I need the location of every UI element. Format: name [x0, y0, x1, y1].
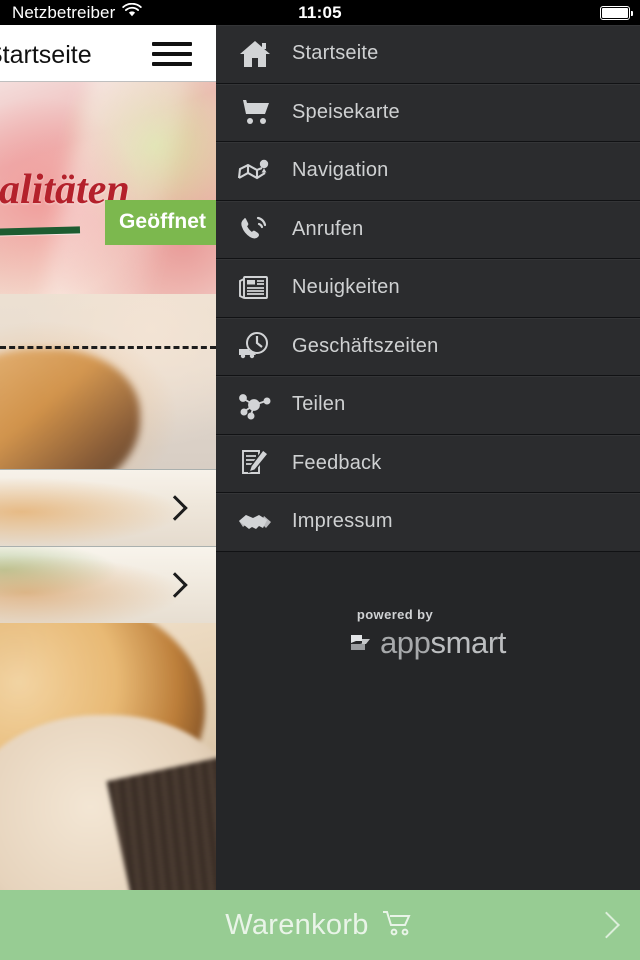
- chevron-right-icon: [593, 911, 620, 939]
- document-pencil-icon: [232, 448, 278, 478]
- menu-item-label: Speisekarte: [292, 100, 400, 123]
- menu-item-label: Navigation: [292, 159, 389, 182]
- shopping-cart-icon: [381, 908, 415, 943]
- app-navbar: Startseite: [0, 25, 216, 82]
- brand-word-smart: smart: [430, 625, 507, 660]
- brand-block: powered by appsmart: [216, 607, 640, 661]
- phone-screen: Netzbetreiber 11:05 Startseite: [0, 0, 640, 960]
- map-pin-icon: [232, 156, 278, 186]
- food-photo-decor: [0, 349, 140, 469]
- handshake-icon: [232, 507, 278, 537]
- menu-item-neuigkeiten[interactable]: Neuigkeiten: [216, 259, 640, 318]
- clock-truck-icon: [232, 331, 278, 361]
- menu-item-label: Anrufen: [292, 217, 364, 240]
- shopping-cart-icon: [232, 97, 278, 127]
- menu-item-label: Geschäftszeiten: [292, 334, 439, 357]
- navigation-drawer: Startseite Speisekarte Navigation Anrufe…: [216, 25, 640, 890]
- status-bar-right: [600, 0, 633, 25]
- cart-bar-inner: Warenkorb: [225, 908, 414, 943]
- menu-item-label: Neuigkeiten: [292, 276, 400, 299]
- share-network-icon: [232, 390, 278, 420]
- menu-item-impressum[interactable]: Impressum: [216, 493, 640, 552]
- newspaper-icon: [232, 273, 278, 303]
- menu-item-label: Impressum: [292, 510, 393, 533]
- chevron-right-icon: [162, 495, 188, 521]
- content-strip: [0, 294, 216, 469]
- menu-item-feedback[interactable]: Feedback: [216, 434, 640, 493]
- drawer-menu-list: Startseite Speisekarte Navigation Anrufe…: [216, 25, 640, 552]
- app-content-behind-drawer: Startseite Spezialitäten Geöffnet: [0, 25, 216, 890]
- menu-item-teilen[interactable]: Teilen: [216, 376, 640, 435]
- menu-item-startseite[interactable]: Startseite: [216, 25, 640, 84]
- hero-banner: Spezialitäten Geöffnet: [0, 82, 216, 294]
- menu-item-label: Startseite: [292, 42, 379, 65]
- menu-item-navigation[interactable]: Navigation: [216, 142, 640, 201]
- brand-word-app: app: [379, 625, 431, 660]
- cart-bar[interactable]: Warenkorb: [0, 890, 640, 960]
- brand-row: appsmart: [350, 625, 506, 661]
- menu-item-label: Teilen: [292, 393, 346, 416]
- clock-label: 11:05: [298, 2, 342, 22]
- battery-full-icon: [600, 5, 633, 20]
- status-badge-open: Geöffnet: [105, 200, 216, 245]
- dashed-divider: [0, 346, 216, 349]
- menu-item-label: Feedback: [292, 451, 382, 474]
- cart-label: Warenkorb: [225, 908, 369, 941]
- status-bar: Netzbetreiber 11:05: [0, 0, 640, 25]
- hamburger-icon[interactable]: [152, 42, 192, 66]
- phone-icon: [232, 214, 278, 244]
- appsmart-logo-icon: [350, 630, 376, 656]
- brand-wordmark: appsmart: [380, 625, 506, 661]
- home-icon: [232, 39, 278, 69]
- food-photo: [0, 623, 216, 890]
- list-item[interactable]: [0, 469, 216, 546]
- status-bar-center: 11:05: [0, 0, 640, 25]
- menu-item-speisekarte[interactable]: Speisekarte: [216, 83, 640, 142]
- drawer-footer: powered by appsmart: [216, 577, 640, 890]
- chevron-right-icon: [162, 572, 188, 598]
- app-navbar-title: Startseite: [0, 41, 92, 69]
- menu-item-anrufen[interactable]: Anrufen: [216, 200, 640, 259]
- powered-by-label: powered by: [356, 607, 434, 622]
- menu-item-geschaeftszeiten[interactable]: Geschäftszeiten: [216, 317, 640, 376]
- list-item[interactable]: [0, 546, 216, 623]
